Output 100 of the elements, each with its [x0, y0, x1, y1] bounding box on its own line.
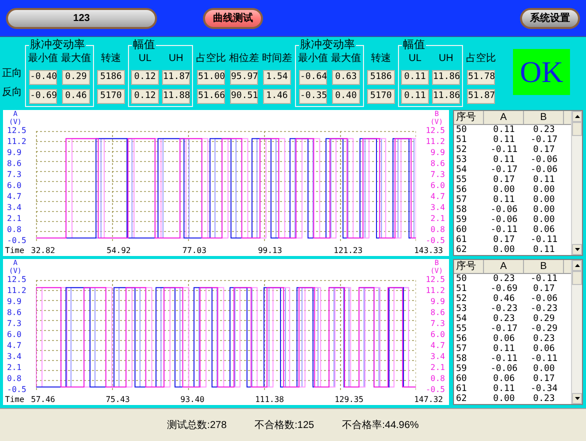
table-cell-text: 61: [455, 235, 468, 245]
axis-tick: 9.9: [7, 148, 22, 158]
column-header: A: [484, 260, 524, 273]
axis-tick: 2.1: [430, 363, 445, 373]
value-field: 11.86: [432, 89, 460, 104]
axis-tick: 93.40: [180, 395, 204, 405]
table-cell-text: 0.00: [492, 245, 516, 255]
column-header: 转速: [371, 52, 391, 66]
column-header: UH: [168, 52, 184, 66]
value-field: 51.78: [467, 70, 495, 85]
table-cell-text: -0.11: [489, 354, 519, 364]
table-cell-text: 0.06: [532, 344, 556, 354]
table-cell-text: 56: [455, 334, 468, 344]
axis-tick: -0.5: [426, 236, 445, 246]
value-field: 1.46: [263, 89, 291, 104]
table-cell-text: 0.00: [532, 185, 556, 195]
table-cell-text: 59: [455, 364, 468, 374]
table-cell-text: 0.17: [532, 145, 556, 155]
table-cell-text: 57: [455, 344, 468, 354]
column-header: 相位差: [229, 52, 259, 66]
table-cell-text: 0.11: [492, 344, 516, 354]
axis-tick: 7.3: [430, 319, 445, 329]
axis-tick: 99.13: [258, 246, 282, 256]
value-field: 0.63: [332, 70, 360, 85]
axis-tick: 0.8: [7, 374, 22, 384]
column-header: UH: [438, 52, 454, 66]
axis-tick: -0.5: [7, 385, 26, 395]
scroll-down-icon[interactable]: [572, 244, 582, 255]
table-cell-text: -0.17: [489, 165, 519, 175]
table-cell-text: 0.00: [492, 185, 516, 195]
table-cell-text: 0.00: [532, 215, 556, 225]
scroll-up-icon[interactable]: [572, 260, 582, 271]
table-cell-text: 0.46: [492, 294, 516, 304]
axis-tick: 8.6: [430, 308, 445, 318]
value-field: 0.46: [62, 89, 90, 104]
table-cell-text: -0.11: [529, 235, 559, 245]
axis-tick: 7.3: [430, 170, 445, 180]
table-cell-text: 0.17: [532, 284, 556, 294]
scroll-thumb[interactable]: [572, 271, 582, 285]
axis-tick: 11.2: [7, 286, 26, 296]
table-cell-text: 0.23: [492, 274, 516, 284]
axis-tick: 2.1: [7, 214, 22, 224]
table-cell-text: -0.69: [489, 284, 519, 294]
toolbar-button[interactable]: 曲线测试: [203, 8, 263, 28]
axis-tick: 12.5: [426, 126, 445, 136]
table-cell-text: 58: [455, 205, 468, 215]
axis-tick: -0.5: [426, 385, 445, 395]
table-cell-text: -0.17: [529, 135, 559, 145]
toolbar-button[interactable]: 系统设置: [520, 8, 580, 28]
axis-tick: 6.0: [430, 330, 445, 340]
column-header: UL: [408, 52, 422, 66]
axis-tick: 11.2: [426, 286, 445, 296]
table-cell-text: 54: [455, 314, 468, 324]
axis-tick: 0.8: [7, 225, 22, 235]
scroll-thumb[interactable]: [572, 122, 582, 136]
table-cell-text: 58: [455, 354, 468, 364]
value-field: 95.97: [230, 70, 258, 85]
scroll-down-icon[interactable]: [572, 393, 582, 404]
table-cell-text: 52: [455, 145, 468, 155]
column-header: 转速: [101, 52, 121, 66]
column-header: 占空比: [466, 52, 496, 66]
axis-tick: 3.4: [430, 352, 445, 362]
axis-tick: 77.03: [182, 246, 206, 256]
table-cell-text: 0.17: [492, 235, 516, 245]
axis-tick: 12.5: [7, 126, 26, 136]
table-cell-text: 54: [455, 165, 468, 175]
group-title: 幅值: [402, 38, 426, 52]
column-header: B: [524, 260, 564, 273]
table-cell-text: -0.17: [489, 324, 519, 334]
axis-tick: 11.2: [7, 137, 26, 147]
axis-tick: 6.0: [430, 181, 445, 191]
value-field: -0.40: [29, 70, 57, 85]
table-cell-text: 0.00: [532, 195, 556, 205]
table-cell-text: 0.00: [532, 205, 556, 215]
table-cell-text: 0.11: [532, 245, 556, 255]
table-cell-text: 62: [455, 245, 468, 255]
scrollbar[interactable]: [571, 260, 582, 404]
table-cell-text: 61: [455, 384, 468, 394]
table-cell-text: 55: [455, 175, 468, 185]
axis-tick: 11.2: [426, 137, 445, 147]
value-field: 5186: [97, 70, 125, 85]
table-cell-text: 50: [455, 125, 468, 135]
axis-tick: 9.9: [430, 148, 445, 158]
table-cell-text: 0.17: [532, 374, 556, 384]
axis-tick: 121.23: [334, 246, 363, 256]
axis-tick: 57.46: [31, 395, 56, 405]
group-title: 幅值: [132, 38, 156, 52]
axis-tick: 9.9: [7, 297, 22, 307]
table-cell-text: -0.11: [529, 354, 559, 364]
axis-tick: 0.8: [430, 374, 445, 384]
table-cell-text: 0.11: [492, 135, 516, 145]
axis-tick: 32.82: [31, 246, 56, 256]
table-cell-text: 0.11: [492, 384, 516, 394]
table-cell-text: 52: [455, 294, 468, 304]
value-field: 0.40: [332, 89, 360, 104]
axis-tick: 0.8: [430, 225, 445, 235]
column-header: 时间差: [262, 52, 292, 66]
scrollbar[interactable]: [571, 111, 582, 255]
scroll-up-icon[interactable]: [572, 111, 582, 122]
axis-tick: 8.6: [7, 308, 22, 318]
